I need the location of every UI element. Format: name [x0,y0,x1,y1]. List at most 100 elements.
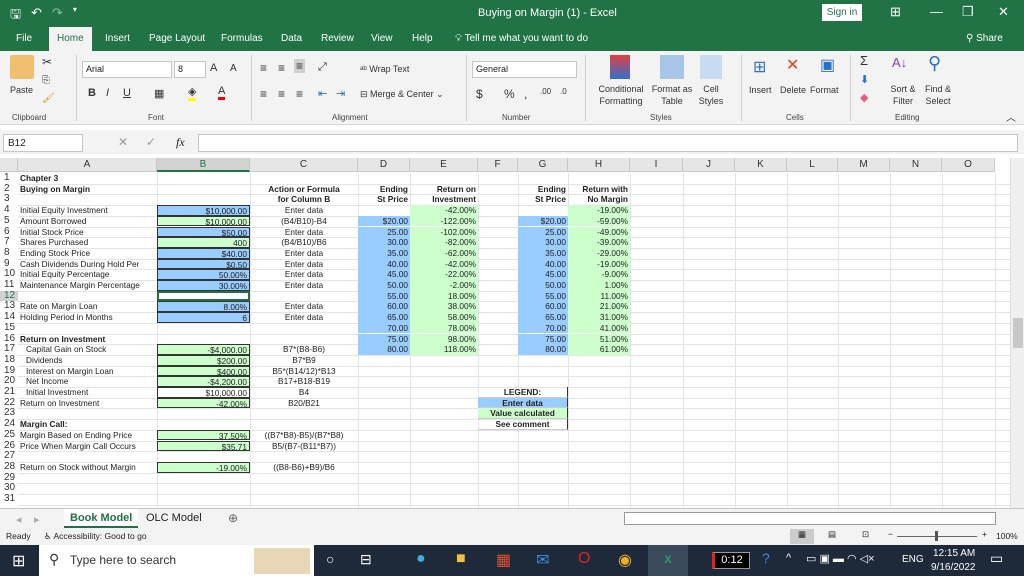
normal-view-icon[interactable]: ▦ [790,529,814,544]
return-no-margin[interactable]: 51.00% [568,333,630,345]
input-value[interactable]: 6 [157,312,250,323]
tab-view[interactable]: View [371,33,393,44]
return-on-investment[interactable]: -22.00% [410,269,478,280]
font-name-select[interactable]: Arial [82,61,172,78]
result-label[interactable]: Return on Stock without Margin [18,462,157,473]
borders-icon[interactable]: ▦ [154,87,164,100]
column-header-L[interactable]: L [787,158,838,172]
result-label[interactable]: Initial Investment [18,387,157,398]
increase-indent-icon[interactable]: ⇥ [336,87,345,100]
return-no-margin[interactable]: 11.00% [568,290,630,302]
name-box[interactable]: B12 [3,134,83,152]
return-no-margin[interactable]: -9.00% [568,269,630,280]
comma-icon[interactable]: , [524,87,527,101]
formula-text[interactable]: (B4/B10)/B6 [250,237,358,248]
sort-filter-icon[interactable]: A↓ [892,55,907,70]
result-value[interactable]: $35.71 [157,440,250,452]
zoom-out-icon[interactable]: − [888,529,893,539]
decrease-indent-icon[interactable]: ⇤ [318,87,327,100]
ribbon-display-icon[interactable]: ⊞ [890,4,901,20]
return-no-margin[interactable]: -19.00% [568,258,630,270]
input-label[interactable]: Maintenance Margin Percentage [18,280,157,291]
input-label[interactable]: Rate on Margin Loan [18,301,157,312]
input-value[interactable]: 30.00% [157,280,250,291]
ending-price[interactable]: 60.00 [358,301,410,313]
return-on-investment[interactable]: 98.00% [410,333,478,345]
enter-icon[interactable]: ✓ [146,135,156,149]
number-format-select[interactable]: General [472,61,577,78]
fill-color-icon[interactable]: ◈ [188,85,197,101]
formula-text[interactable]: Enter data [250,312,358,323]
input-value[interactable]: 50.00% [157,269,250,280]
row-header-25[interactable]: 25 [0,429,18,441]
return-no-margin[interactable]: -29.00% [568,247,630,259]
return-on-investment[interactable]: -102.00% [410,226,478,238]
conditional-formatting-icon[interactable] [610,55,630,79]
center-icon[interactable]: ≡ [278,87,285,101]
add-sheet-icon[interactable]: ⊕ [228,511,238,525]
paste-button[interactable]: Paste [10,85,33,95]
result-value[interactable]: -$4,000.00 [157,344,250,355]
input-value[interactable]: $10,000.00 [157,205,250,216]
formula-text[interactable]: B5*(B14/12)*B13 [250,366,358,377]
ending-price[interactable]: $20.00 [518,215,568,227]
ending-price[interactable]: 60.00 [518,301,568,313]
cell-a1-heading[interactable]: Chapter 3 [18,173,157,184]
sort-filter-button[interactable]: Sort & Filter [886,83,920,107]
result-label[interactable]: Dividends [18,355,157,366]
clock-time[interactable]: 12:15 AM [933,548,975,559]
insert-button[interactable]: Insert [749,85,772,95]
bold-button[interactable]: B [88,87,96,99]
return-on-investment[interactable]: -42.00% [410,258,478,270]
ending-price[interactable]: 50.00 [358,280,410,291]
find-select-button[interactable]: Find & Select [920,83,956,107]
store-icon[interactable]: ▦ [496,550,511,570]
formula-text[interactable]: Enter data [250,280,358,291]
next-sheet-icon[interactable]: ▸ [34,513,40,526]
column-e-header[interactable]: Investment [410,194,478,205]
return-on-investment[interactable]: -122.00% [410,215,478,227]
file-explorer-icon[interactable]: ■ [456,550,466,568]
clock-date[interactable]: 9/16/2022 [931,562,976,573]
font-color-icon[interactable]: A [218,85,226,100]
column-h-header[interactable]: Return with [568,184,630,195]
ending-price[interactable]: 25.00 [358,226,410,238]
column-header-O[interactable]: O [942,158,995,172]
legend-item[interactable]: Enter data [478,397,568,409]
column-g-header[interactable]: Ending [518,184,568,195]
formula-text[interactable]: Enter data [250,301,358,312]
tab-insert[interactable]: Insert [105,33,130,44]
ending-price[interactable]: 55.00 [358,290,410,302]
cell-a2-heading[interactable]: Buying on Margin [18,184,157,195]
share-button[interactable]: ⚲ Share [966,33,1003,44]
orientation-icon[interactable]: ⤢ [318,61,327,74]
paste-icon[interactable] [10,55,34,79]
formula-text[interactable]: B7*B9 [250,355,358,366]
return-on-investment[interactable]: -62.00% [410,247,478,259]
help-icon[interactable]: ? [762,550,770,566]
vertical-scrollbar[interactable] [1010,158,1024,508]
ending-price[interactable]: 80.00 [518,344,568,355]
formula-text[interactable]: B20/B21 [250,398,358,409]
column-d-header[interactable]: St Price [358,194,410,205]
result-value[interactable]: $10,000.00 [157,387,250,398]
page-break-view-icon[interactable]: ⊡ [862,529,869,540]
result-value[interactable]: -$4,200.00 [157,376,250,387]
column-c-header[interactable]: for Column B [250,194,358,205]
result-label[interactable]: Margin Based on Ending Price [18,430,157,441]
format-painter-icon[interactable]: 🖌 [42,93,55,104]
ending-price[interactable]: 75.00 [518,333,568,345]
legend-item[interactable]: LEGEND: [478,387,568,398]
minimize-button[interactable]: — [930,4,943,19]
collapse-ribbon-icon[interactable]: ︿ [1006,109,1016,124]
cell-styles-button[interactable]: Cell Styles [696,83,726,107]
close-button[interactable]: ✕ [998,4,1009,20]
input-label[interactable]: Cash Dividends During Hold Per [18,259,157,270]
result-label[interactable]: Capital Gain on Stock [18,344,157,355]
selected-cell-b12[interactable] [157,290,250,302]
tab-help[interactable]: Help [412,33,433,44]
horizontal-scrollbar[interactable] [624,512,996,525]
formula-text[interactable]: B17+B18-B19 [250,376,358,387]
return-on-investment[interactable]: 118.00% [410,344,478,355]
format-cells-icon[interactable]: ▣ [820,55,835,75]
